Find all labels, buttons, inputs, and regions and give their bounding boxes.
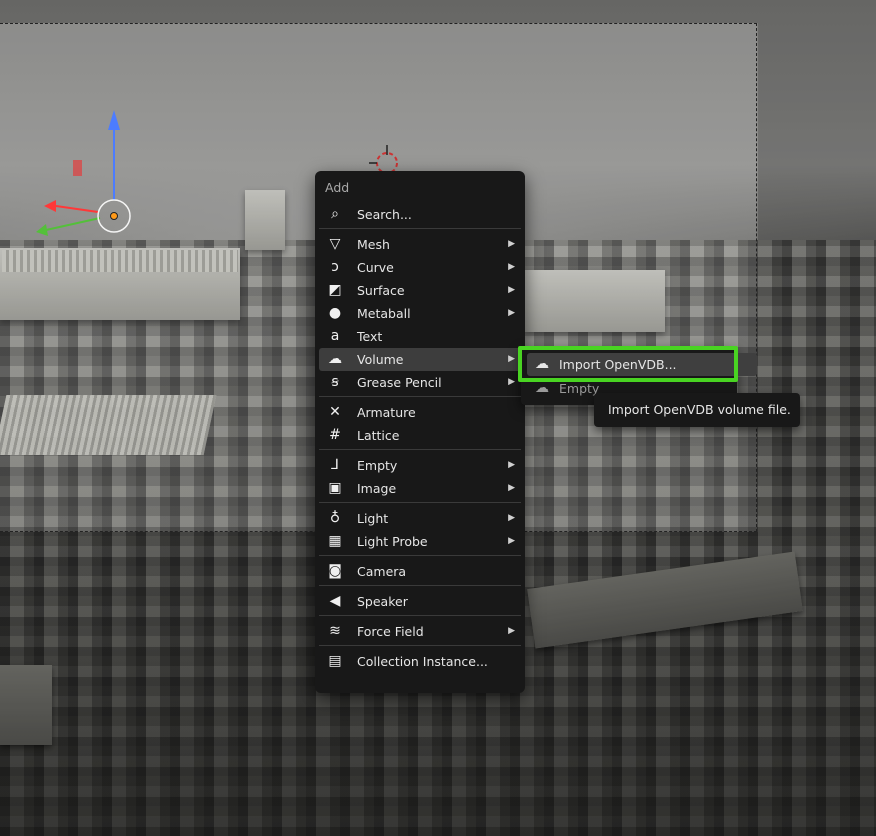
menu-item-label: Light: [357, 511, 389, 526]
menu-item-empty[interactable]: ⅃ Empty ▶: [319, 454, 521, 477]
menu-item-grease-pencil[interactable]: ꞩ Grease Pencil ▶: [319, 371, 521, 394]
submenu-arrow-icon: ▶: [508, 354, 515, 364]
menu-separator: [319, 615, 521, 616]
menu-item-armature[interactable]: ✕ Armature: [319, 401, 521, 424]
menu-item-label: Metaball: [357, 306, 411, 321]
menu-item-label: Volume: [357, 352, 404, 367]
menu-item-label: Collection Instance...: [357, 654, 488, 669]
menu-item-surface[interactable]: ◩ Surface ▶: [319, 279, 521, 302]
submenu-arrow-icon: ▶: [508, 536, 515, 546]
text-icon: a: [330, 328, 340, 344]
menu-item-label: Camera: [357, 564, 407, 579]
curve-icon: ↄ: [331, 259, 339, 275]
menu-item-label: Light Probe: [357, 534, 428, 549]
menu-separator: [319, 502, 521, 503]
menu-item-text[interactable]: a Text: [319, 325, 521, 348]
search-icon: ⌕: [331, 206, 339, 222]
light-probe-icon: ▦: [328, 533, 342, 549]
add-menu: Add ⌕ Search... ▽ Mesh ▶ ↄ Curve ▶ ◩ Surface ▶ ● M…: [315, 171, 525, 693]
submenu-arrow-icon: ▶: [508, 377, 515, 387]
mesh-icon: ▽: [329, 236, 341, 252]
menu-separator: [319, 228, 521, 229]
menu-item-mesh[interactable]: ▽ Mesh ▶: [319, 233, 521, 256]
submenu-arrow-icon: ▶: [508, 308, 515, 318]
tooltip: Import OpenVDB volume file.: [594, 393, 800, 427]
menu-item-label: Text: [357, 329, 383, 344]
menu-item-label: Grease Pencil: [357, 375, 442, 390]
menu-item-volume[interactable]: ☁ Volume ▶: [319, 348, 521, 371]
menu-item-image[interactable]: ▣ Image ▶: [319, 477, 521, 500]
menu-item-speaker[interactable]: ◀ Speaker: [319, 590, 521, 613]
highlight-annotation: [518, 346, 738, 382]
submenu-arrow-icon: ▶: [508, 239, 515, 249]
menu-item-label: Curve: [357, 260, 394, 275]
submenu-arrow-icon: ▶: [508, 285, 515, 295]
grease-pencil-icon: ꞩ: [331, 374, 339, 390]
submenu-arrow-icon: ▶: [508, 513, 515, 523]
image-icon: ▣: [328, 480, 342, 496]
menu-item-curve[interactable]: ↄ Curve ▶: [319, 256, 521, 279]
armature-icon: ✕: [329, 404, 341, 420]
submenu-arrow-icon: ▶: [508, 626, 515, 636]
menu-separator: [319, 396, 521, 397]
menu-item-light-probe[interactable]: ▦ Light Probe ▶: [319, 530, 521, 553]
menu-item-lattice[interactable]: # Lattice: [319, 424, 521, 447]
menu-item-collection-instance[interactable]: ▤ Collection Instance...: [319, 650, 521, 673]
menu-search-label: Search...: [357, 207, 412, 222]
menu-item-label: Armature: [357, 405, 416, 420]
metaball-icon: ●: [328, 305, 342, 321]
submenu-arrow-icon: ▶: [508, 262, 515, 272]
menu-item-force-field[interactable]: ≋ Force Field ▶: [319, 620, 521, 643]
light-icon: ♁: [329, 510, 341, 526]
force-field-icon: ≋: [329, 623, 341, 639]
menu-title: Add: [325, 180, 350, 195]
lattice-icon: #: [329, 427, 341, 443]
menu-search[interactable]: ⌕ Search...: [319, 203, 521, 226]
menu-item-light[interactable]: ♁ Light ▶: [319, 507, 521, 530]
menu-separator: [319, 449, 521, 450]
menu-item-metaball[interactable]: ● Metaball ▶: [319, 302, 521, 325]
menu-item-label: Image: [357, 481, 397, 496]
surface-icon: ◩: [328, 282, 342, 298]
menu-separator: [319, 585, 521, 586]
submenu-arrow-icon: ▶: [508, 483, 515, 493]
menu-item-label: Mesh: [357, 237, 390, 252]
menu-item-label: Empty: [357, 458, 398, 473]
empty-icon: ⅃: [331, 457, 339, 473]
passepartout: [0, 0, 758, 23]
camera-icon: ◙: [328, 563, 342, 579]
collection-instance-icon: ▤: [328, 653, 342, 669]
submenu-arrow-icon: ▶: [508, 460, 515, 470]
menu-separator: [319, 555, 521, 556]
volume-icon: ☁: [328, 351, 342, 367]
volume-empty-label: Empty: [559, 381, 600, 396]
menu-item-label: Lattice: [357, 428, 400, 443]
menu-item-camera[interactable]: ◙ Camera: [319, 560, 521, 583]
menu-item-label: Speaker: [357, 594, 408, 609]
menu-item-label: Surface: [357, 283, 405, 298]
speaker-icon: ◀: [329, 593, 341, 609]
menu-item-label: Force Field: [357, 624, 424, 639]
menu-separator: [319, 645, 521, 646]
